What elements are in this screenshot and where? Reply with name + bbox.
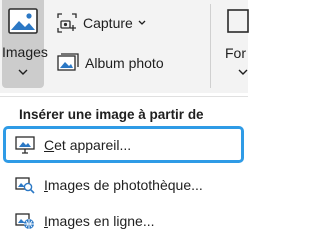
chevron-down-icon [18,69,28,75]
chevron-down-icon [138,20,146,25]
screen-capture-icon [57,13,77,33]
capture-button[interactable]: Capture [57,10,146,36]
stock-images-icon [14,175,36,195]
menu-item-label: mages en ligne... [47,213,155,229]
capture-label: Capture [83,15,133,31]
chevron-down-icon [238,69,248,75]
album-photo-label: Album photo [85,55,164,71]
menu-header: Insérer une image à partir de [19,107,204,122]
online-images-icon [14,211,36,231]
mnemonic: C [44,136,55,153]
menu-item-stock-images[interactable]: Images de photothèque... [8,167,240,203]
shapes-icon [227,9,249,33]
photo-album-icon [57,53,79,71]
ribbon: Images Capture Album photo For [0,0,249,93]
insert-image-menu: Insérer une image à partir de Cet appare… [0,96,248,245]
menu-item-this-device[interactable]: Cet appareil... [3,126,244,163]
device-icon [14,135,36,155]
forms-label[interactable]: For [225,45,246,61]
ribbon-separator [210,4,211,88]
images-label: Images [2,44,48,60]
album-photo-button[interactable]: Album photo [57,50,164,76]
picture-icon [8,8,38,34]
menu-item-label: et appareil... [54,136,132,153]
menu-item-online-images[interactable]: Images en ligne... [8,203,240,239]
images-button[interactable]: Images [2,0,48,88]
menu-item-label: mages de photothèque... [47,177,203,193]
